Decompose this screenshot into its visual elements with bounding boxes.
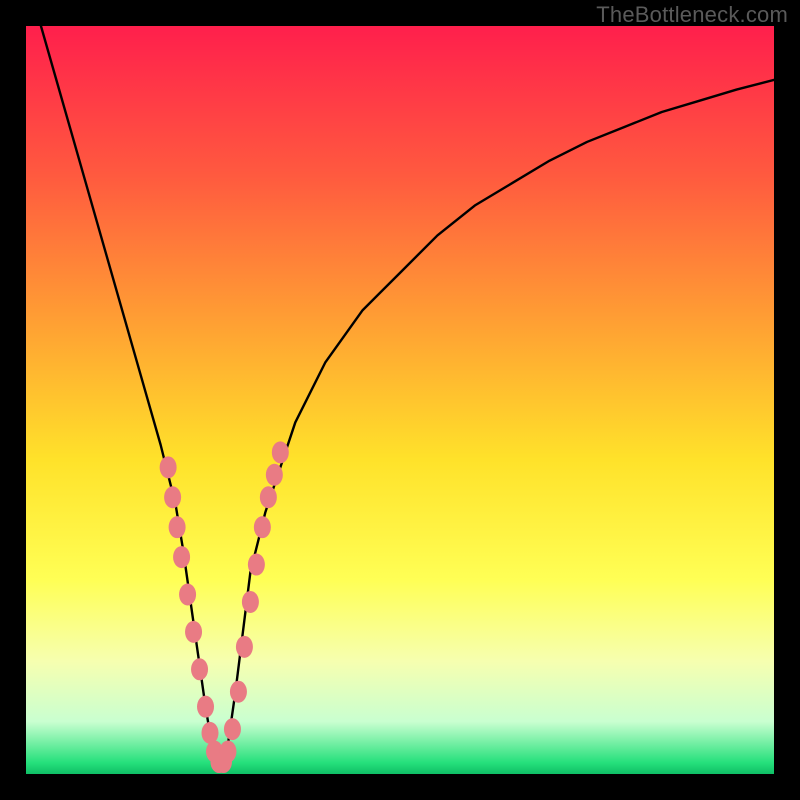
watermark-text: TheBottleneck.com	[596, 2, 788, 28]
gradient-background	[26, 26, 774, 774]
bead-marker	[254, 516, 271, 538]
chart-frame: TheBottleneck.com	[0, 0, 800, 800]
bead-marker	[160, 456, 177, 478]
bead-marker	[164, 486, 181, 508]
bead-marker	[191, 658, 208, 680]
plot-area	[26, 26, 774, 774]
bead-marker	[230, 681, 247, 703]
bead-marker	[248, 554, 265, 576]
chart-svg	[26, 26, 774, 774]
bead-marker	[197, 696, 214, 718]
bead-marker	[179, 583, 196, 605]
bead-marker	[219, 741, 236, 763]
bead-marker	[272, 441, 289, 463]
bead-marker	[169, 516, 186, 538]
bead-marker	[224, 718, 241, 740]
bead-marker	[266, 464, 283, 486]
bead-marker	[185, 621, 202, 643]
bead-marker	[202, 722, 219, 744]
bead-marker	[173, 546, 190, 568]
bead-marker	[242, 591, 259, 613]
bead-marker	[236, 636, 253, 658]
bead-marker	[260, 486, 277, 508]
